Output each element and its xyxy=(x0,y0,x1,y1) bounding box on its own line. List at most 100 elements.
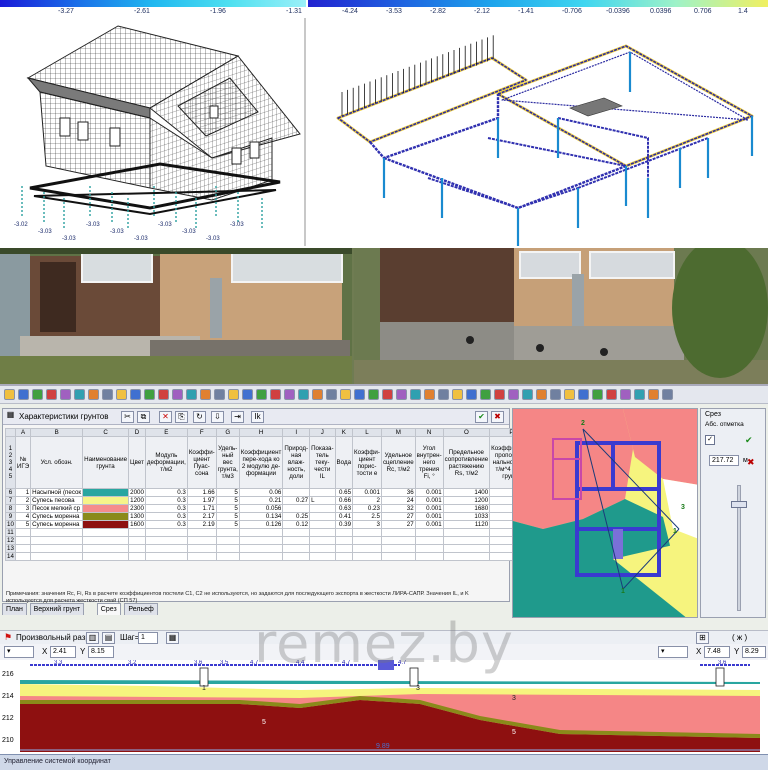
toolbar-tool-icon[interactable] xyxy=(662,389,673,400)
cell-water[interactable] xyxy=(309,520,336,529)
cell-no[interactable]: 2 xyxy=(14,496,32,505)
cell-w[interactable]: 0.134 xyxy=(238,512,284,521)
cell-gamma[interactable]: 1.71 xyxy=(186,504,217,513)
insert-column-icon[interactable]: ⇥ xyxy=(231,411,244,423)
cancel-x-icon[interactable]: ✖ xyxy=(747,457,755,468)
paste-icon[interactable]: ⎘ xyxy=(175,411,188,423)
cell-gamma[interactable]: 1.66 xyxy=(186,488,217,497)
cell-nu[interactable]: 0.3 xyxy=(144,504,188,513)
toolbar-tool-icon[interactable] xyxy=(564,389,575,400)
toolbar-tool-icon[interactable] xyxy=(60,389,71,400)
cell-w[interactable]: 0.126 xyxy=(238,520,284,529)
cell-e[interactable]: 0.41 xyxy=(334,512,354,521)
step-input[interactable]: 1 xyxy=(138,632,158,644)
toolbar-tool-icon[interactable] xyxy=(592,389,603,400)
empty-cell[interactable] xyxy=(282,544,311,553)
toolbar-tool-icon[interactable] xyxy=(214,389,225,400)
cut-left-dropdown[interactable]: ▾ xyxy=(4,646,34,658)
empty-cell[interactable] xyxy=(380,544,416,553)
empty-cell[interactable] xyxy=(144,536,188,545)
empty-cell[interactable] xyxy=(144,544,188,553)
empty-cell[interactable] xyxy=(309,552,336,561)
toolbar-tool-icon[interactable] xyxy=(256,389,267,400)
toolbar-tool-icon[interactable] xyxy=(200,389,211,400)
empty-cell[interactable] xyxy=(352,536,382,545)
cell-rs[interactable]: 0.001 xyxy=(414,512,444,521)
toolbar-tool-icon[interactable] xyxy=(368,389,379,400)
cell-kk[interactable]: 1033 xyxy=(442,512,491,521)
cell-nu[interactable]: 0.3 xyxy=(144,512,188,521)
section-point-marker[interactable]: 3 xyxy=(681,504,685,511)
cell-name[interactable]: Супесь моренна xyxy=(30,520,84,529)
cell-water[interactable] xyxy=(309,504,336,513)
empty-cell[interactable] xyxy=(334,536,354,545)
empty-cell[interactable] xyxy=(186,552,217,561)
toolbar-tool-icon[interactable] xyxy=(130,389,141,400)
section-point-marker[interactable]: 1 xyxy=(621,588,625,595)
empty-cell[interactable] xyxy=(414,536,444,545)
cell-gamma[interactable]: 2.19 xyxy=(186,520,217,529)
elevation-input[interactable]: 217.72 xyxy=(709,455,739,466)
tab-2[interactable]: Срез xyxy=(96,603,121,615)
empty-cell[interactable] xyxy=(334,528,354,537)
cell-kk[interactable]: 1680 xyxy=(442,504,491,513)
cell-k[interactable]: 5 xyxy=(215,504,240,513)
empty-cell[interactable] xyxy=(186,536,217,545)
toolbar-tool-icon[interactable] xyxy=(46,389,57,400)
empty-cell[interactable] xyxy=(215,552,240,561)
cell-il[interactable] xyxy=(282,488,311,497)
cut-zoom-icon[interactable]: ⊞ xyxy=(696,632,709,644)
cell-nu[interactable]: 0.3 xyxy=(144,496,188,505)
empty-cell[interactable] xyxy=(30,544,84,553)
cell-nu[interactable]: 0.3 xyxy=(144,488,188,497)
cut-right-dropdown[interactable]: ▾ xyxy=(658,646,688,658)
toolbar-tool-icon[interactable] xyxy=(634,389,645,400)
soil-plan-view[interactable]: 2 3 1 1 xyxy=(512,408,698,618)
cell-k[interactable]: 5 xyxy=(215,496,240,505)
elevation-slider-thumb[interactable] xyxy=(731,501,747,508)
toolbar-tool-icon[interactable] xyxy=(116,389,127,400)
toolbar-tool-icon[interactable] xyxy=(144,389,155,400)
toolbar-tool-icon[interactable] xyxy=(88,389,99,400)
toolbar-tool-icon[interactable] xyxy=(228,389,239,400)
cell-e[interactable]: 0.66 xyxy=(334,496,354,505)
format-icon[interactable]: Ik xyxy=(251,411,264,423)
empty-cell[interactable] xyxy=(309,536,336,545)
empty-cell[interactable] xyxy=(442,528,491,537)
empty-cell[interactable] xyxy=(82,552,130,561)
toolbar-tool-icon[interactable] xyxy=(522,389,533,400)
section-point-marker[interactable]: 2 xyxy=(581,420,585,427)
toolbar-tool-icon[interactable] xyxy=(298,389,309,400)
tab-1[interactable]: Верхний грунт xyxy=(29,603,85,615)
cell-rs[interactable]: 0.001 xyxy=(414,488,444,497)
cell-fi[interactable]: 32 xyxy=(380,504,416,513)
cell-E[interactable]: 1200 xyxy=(128,496,146,505)
cell-E[interactable]: 1600 xyxy=(128,520,146,529)
y-left-input[interactable]: 8.15 xyxy=(88,646,114,658)
toolbar-tool-icon[interactable] xyxy=(32,389,43,400)
empty-cell[interactable] xyxy=(14,552,32,561)
empty-cell[interactable] xyxy=(442,544,491,553)
empty-cell[interactable] xyxy=(215,528,240,537)
cell-no[interactable]: 1 xyxy=(14,488,32,497)
toolbar-tool-icon[interactable] xyxy=(382,389,393,400)
toolbar-tool-icon[interactable] xyxy=(536,389,547,400)
cell-no[interactable]: 5 xyxy=(14,520,32,529)
cell-name[interactable]: Песок мелкий ср xyxy=(30,504,84,513)
toolbar-tool-icon[interactable] xyxy=(424,389,435,400)
cell-c[interactable]: 0.001 xyxy=(352,488,382,497)
toolbar-tool-icon[interactable] xyxy=(438,389,449,400)
empty-cell[interactable] xyxy=(334,552,354,561)
cell-il[interactable]: 0.27 xyxy=(282,496,311,505)
empty-cell[interactable] xyxy=(442,536,491,545)
cell-kk[interactable]: 1120 xyxy=(442,520,491,529)
cell-w[interactable]: 0.06 xyxy=(238,488,284,497)
toolbar-tool-icon[interactable] xyxy=(578,389,589,400)
soil-color-swatch[interactable] xyxy=(82,504,130,513)
empty-cell[interactable] xyxy=(380,552,416,561)
toolbar-tool-icon[interactable] xyxy=(172,389,183,400)
empty-cell[interactable] xyxy=(380,528,416,537)
cell-name[interactable]: Супесь моренна xyxy=(30,512,84,521)
cell-no[interactable]: 3 xyxy=(14,504,32,513)
cell-name[interactable]: Супесь песова xyxy=(30,496,84,505)
